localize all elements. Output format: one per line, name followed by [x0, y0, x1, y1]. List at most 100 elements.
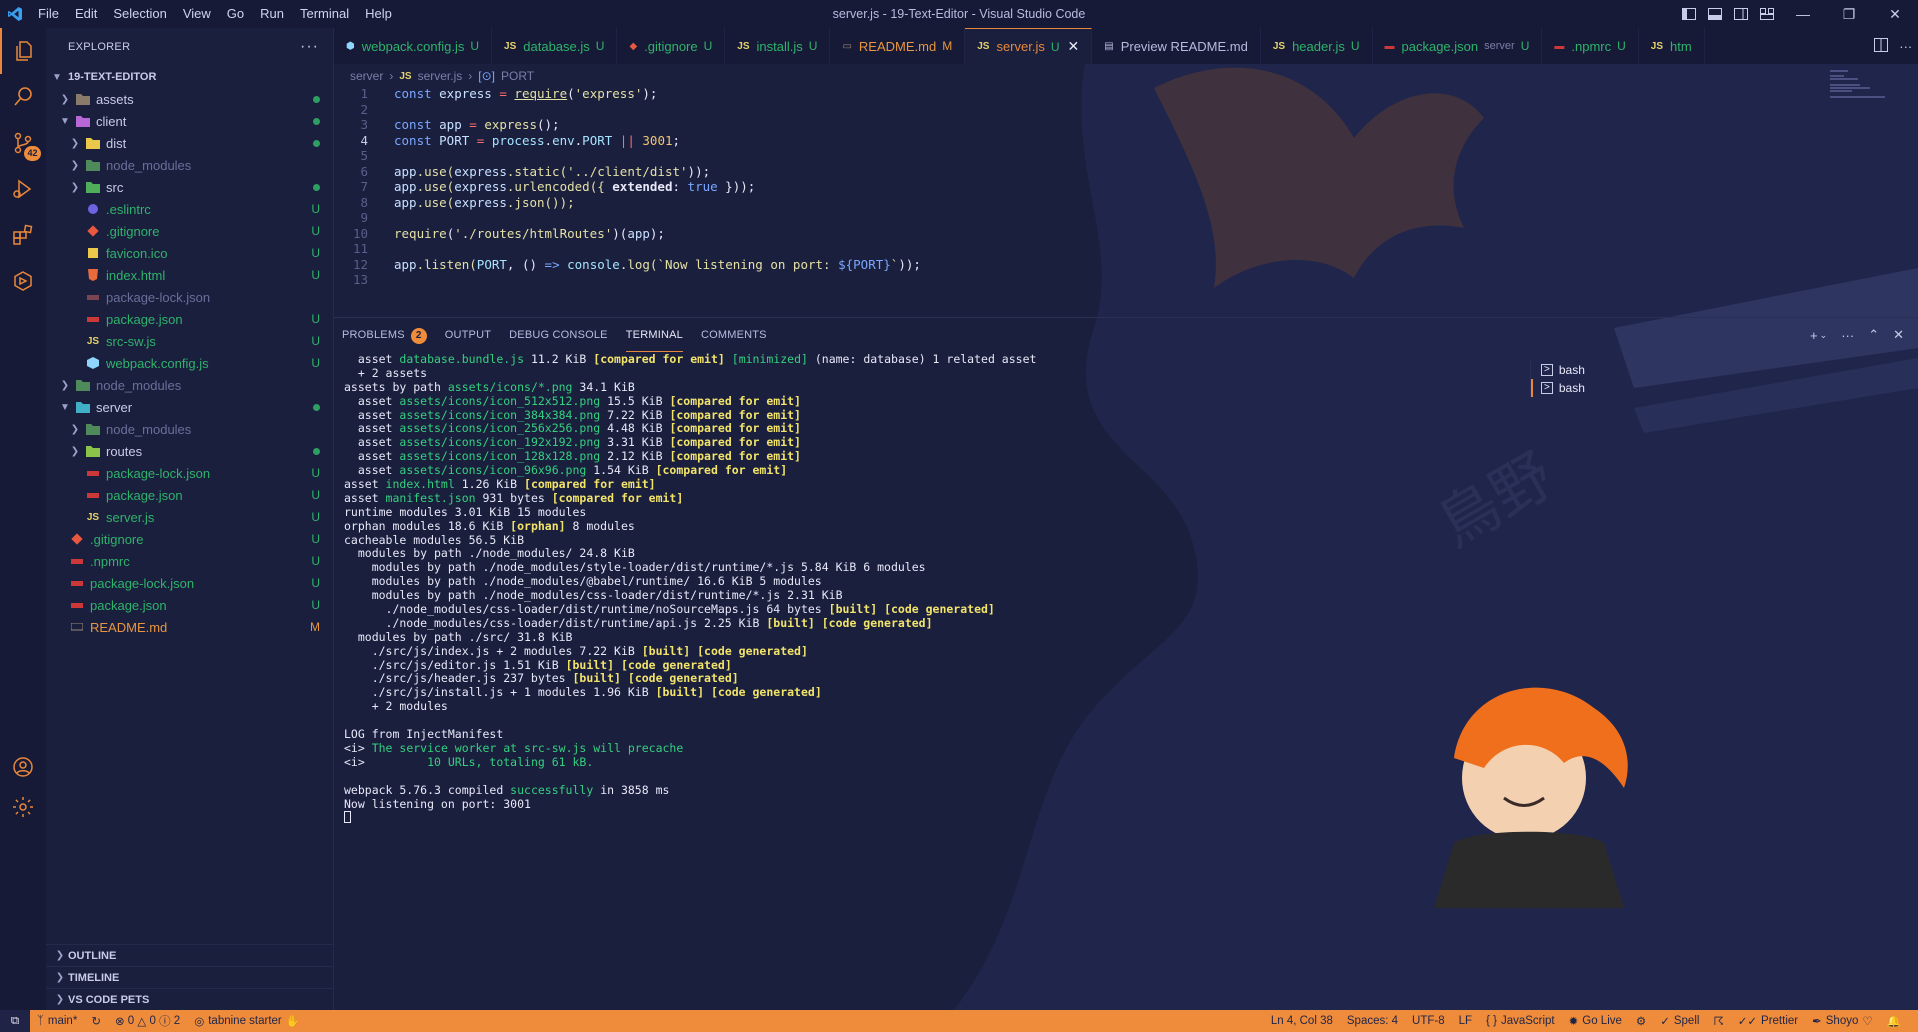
indentation[interactable]: Spaces: 4: [1340, 1015, 1405, 1027]
close-panel-icon[interactable]: ✕: [1893, 327, 1904, 343]
tabnine-status[interactable]: ◎ tabnine starter ✋: [187, 1014, 307, 1028]
menu-run[interactable]: Run: [252, 0, 292, 28]
theme-status[interactable]: ✒ Shoyo ♡: [1805, 1014, 1880, 1028]
close-tab-icon[interactable]: ✕: [1068, 38, 1080, 55]
tree-file-gitignore[interactable]: .gitignore U: [46, 220, 334, 242]
remote-explorer-icon[interactable]: [0, 258, 46, 304]
tree-file-index-html[interactable]: index.html U: [46, 264, 334, 286]
menu-terminal[interactable]: Terminal: [292, 0, 357, 28]
terminal-output[interactable]: asset database.bundle.js 11.2 KiB [compa…: [344, 352, 1504, 825]
tree-root[interactable]: ▼ 19-TEXT-EDITOR: [46, 66, 334, 88]
minimize-icon[interactable]: —: [1780, 0, 1826, 28]
explorer-icon[interactable]: [0, 28, 46, 74]
remote-indicator-icon[interactable]: ⧉: [0, 1010, 30, 1032]
minimap[interactable]: [1830, 68, 1900, 98]
tree-file-root-package-lock[interactable]: package-lock.json U: [46, 572, 334, 594]
section-vscode-pets[interactable]: ❯ VS CODE PETS: [46, 988, 334, 1010]
tree-file-npmrc[interactable]: .npmrc U: [46, 550, 334, 572]
tree-folder-server[interactable]: ▼ server: [46, 396, 334, 418]
tree-folder-routes[interactable]: ❯ routes: [46, 440, 334, 462]
run-debug-icon[interactable]: [0, 166, 46, 212]
tab-install-js[interactable]: JS install.js U: [725, 28, 831, 64]
restore-icon[interactable]: ❐: [1826, 0, 1872, 28]
tab-database-js[interactable]: JS database.js U: [492, 28, 618, 64]
toggle-primary-sidebar-icon[interactable]: [1676, 0, 1702, 28]
tree-folder-node-modules[interactable]: ❯ node_modules: [46, 154, 334, 176]
customize-layout-icon[interactable]: [1754, 0, 1780, 28]
search-icon[interactable]: [0, 74, 46, 120]
language-mode[interactable]: { } JavaScript: [1479, 1015, 1562, 1027]
git-branch[interactable]: ᛉ main*: [30, 1015, 84, 1027]
panel-tab-comments[interactable]: COMMENTS: [701, 318, 767, 352]
split-editor-icon[interactable]: [1873, 37, 1888, 55]
go-live-button[interactable]: ✹ Go Live: [1562, 1014, 1629, 1028]
code-editor[interactable]: 1 const express = require('express'); 2 …: [334, 86, 1918, 288]
panel-tab-output[interactable]: OUTPUT: [445, 318, 491, 352]
menu-help[interactable]: Help: [357, 0, 400, 28]
tab-server-js[interactable]: JS server.js U ✕: [965, 28, 1093, 64]
tree-folder-client[interactable]: ▼ client: [46, 110, 334, 132]
spell-checker[interactable]: ✓ Spell: [1653, 1014, 1706, 1028]
tree-file-webpack-config[interactable]: webpack.config.js U: [46, 352, 334, 374]
menu-view[interactable]: View: [175, 0, 219, 28]
section-outline[interactable]: ❯ OUTLINE: [46, 944, 334, 966]
menu-edit[interactable]: Edit: [67, 0, 105, 28]
chevron-down-icon[interactable]: ⌄: [1820, 330, 1828, 341]
maximize-panel-icon[interactable]: ⌃: [1868, 327, 1879, 343]
tree-folder-node-modules-root[interactable]: ❯ node_modules: [46, 374, 334, 396]
breadcrumb-file[interactable]: server.js: [418, 69, 463, 83]
tree-file-readme[interactable]: README.md M: [46, 616, 334, 638]
more-actions-icon[interactable]: ···: [1899, 39, 1912, 54]
tab-preview-readme[interactable]: ▤ Preview README.md: [1092, 28, 1261, 64]
terminal-instance-2[interactable]: > bash: [1531, 379, 1640, 397]
tree-file-package-json[interactable]: package.json U: [46, 308, 334, 330]
close-window-icon[interactable]: ✕: [1872, 0, 1918, 28]
tab-npmrc[interactable]: ▬ .npmrc U: [1542, 28, 1639, 64]
cursor-position[interactable]: Ln 4, Col 38: [1264, 1015, 1340, 1027]
tab-readme[interactable]: ▭ README.md M: [830, 28, 966, 64]
menu-go[interactable]: Go: [219, 0, 252, 28]
extensions-icon[interactable]: [0, 212, 46, 258]
end-of-line[interactable]: LF: [1452, 1015, 1479, 1027]
source-control-icon[interactable]: 42: [0, 120, 46, 166]
new-terminal-icon[interactable]: +: [1810, 328, 1818, 343]
sync-icon[interactable]: ↻: [84, 1014, 108, 1028]
problems-status[interactable]: ⊗ 0 △ 0 ⓘ 2: [108, 1013, 187, 1029]
toggle-secondary-sidebar-icon[interactable]: [1728, 0, 1754, 28]
toggle-panel-icon[interactable]: [1702, 0, 1728, 28]
panel-tab-problems[interactable]: PROBLEMS 2: [342, 318, 427, 352]
tree-folder-server-node-modules[interactable]: ❯ node_modules: [46, 418, 334, 440]
tab-gitignore[interactable]: ◆ .gitignore U: [617, 28, 726, 64]
tree-file-server-package-lock[interactable]: package-lock.json U: [46, 462, 334, 484]
tree-folder-assets[interactable]: ❯ assets: [46, 88, 334, 110]
tree-file-server-js[interactable]: JS server.js U: [46, 506, 334, 528]
terminal-instance-1[interactable]: > bash: [1531, 361, 1640, 379]
breadcrumb-symbol[interactable]: PORT: [501, 69, 534, 83]
more-actions-icon[interactable]: ···: [1841, 328, 1854, 343]
manage-gear-icon[interactable]: [0, 784, 46, 830]
prettier-status[interactable]: ✓✓ Prettier: [1731, 1014, 1805, 1028]
tree-file-root-gitignore[interactable]: .gitignore U: [46, 528, 334, 550]
tab-package-json-server[interactable]: ▬ package.json server U: [1373, 28, 1543, 64]
tab-webpack-config[interactable]: ⬢ webpack.config.js U: [334, 28, 493, 64]
tree-file-src-sw-js[interactable]: JS src-sw.js U: [46, 330, 334, 352]
menu-file[interactable]: File: [30, 0, 67, 28]
tab-header-js[interactable]: JS header.js U: [1261, 28, 1373, 64]
tree-file-eslintrc[interactable]: .eslintrc U: [46, 198, 334, 220]
tree-file-server-package-json[interactable]: package.json U: [46, 484, 334, 506]
tree-folder-dist[interactable]: ❯ dist: [46, 132, 334, 154]
section-timeline[interactable]: ❯ TIMELINE: [46, 966, 334, 988]
notifications-bell-icon[interactable]: 🔔: [1880, 1014, 1908, 1028]
menu-selection[interactable]: Selection: [105, 0, 174, 28]
tree-folder-src[interactable]: ❯ src: [46, 176, 334, 198]
panel-tab-debug-console[interactable]: DEBUG CONSOLE: [509, 318, 608, 352]
tree-file-package-lock[interactable]: package-lock.json: [46, 286, 334, 308]
explorer-more-actions-icon[interactable]: ···: [300, 38, 319, 56]
panel-tab-terminal[interactable]: TERMINAL: [625, 318, 683, 352]
tab-html-routes[interactable]: JS htm: [1639, 28, 1705, 64]
feedback-icon[interactable]: ☈: [1706, 1014, 1730, 1028]
breadcrumb-folder[interactable]: server: [350, 69, 383, 83]
tree-file-favicon[interactable]: favicon.ico U: [46, 242, 334, 264]
encoding[interactable]: UTF-8: [1405, 1015, 1452, 1027]
copilot-icon[interactable]: ⚙: [1629, 1014, 1653, 1028]
